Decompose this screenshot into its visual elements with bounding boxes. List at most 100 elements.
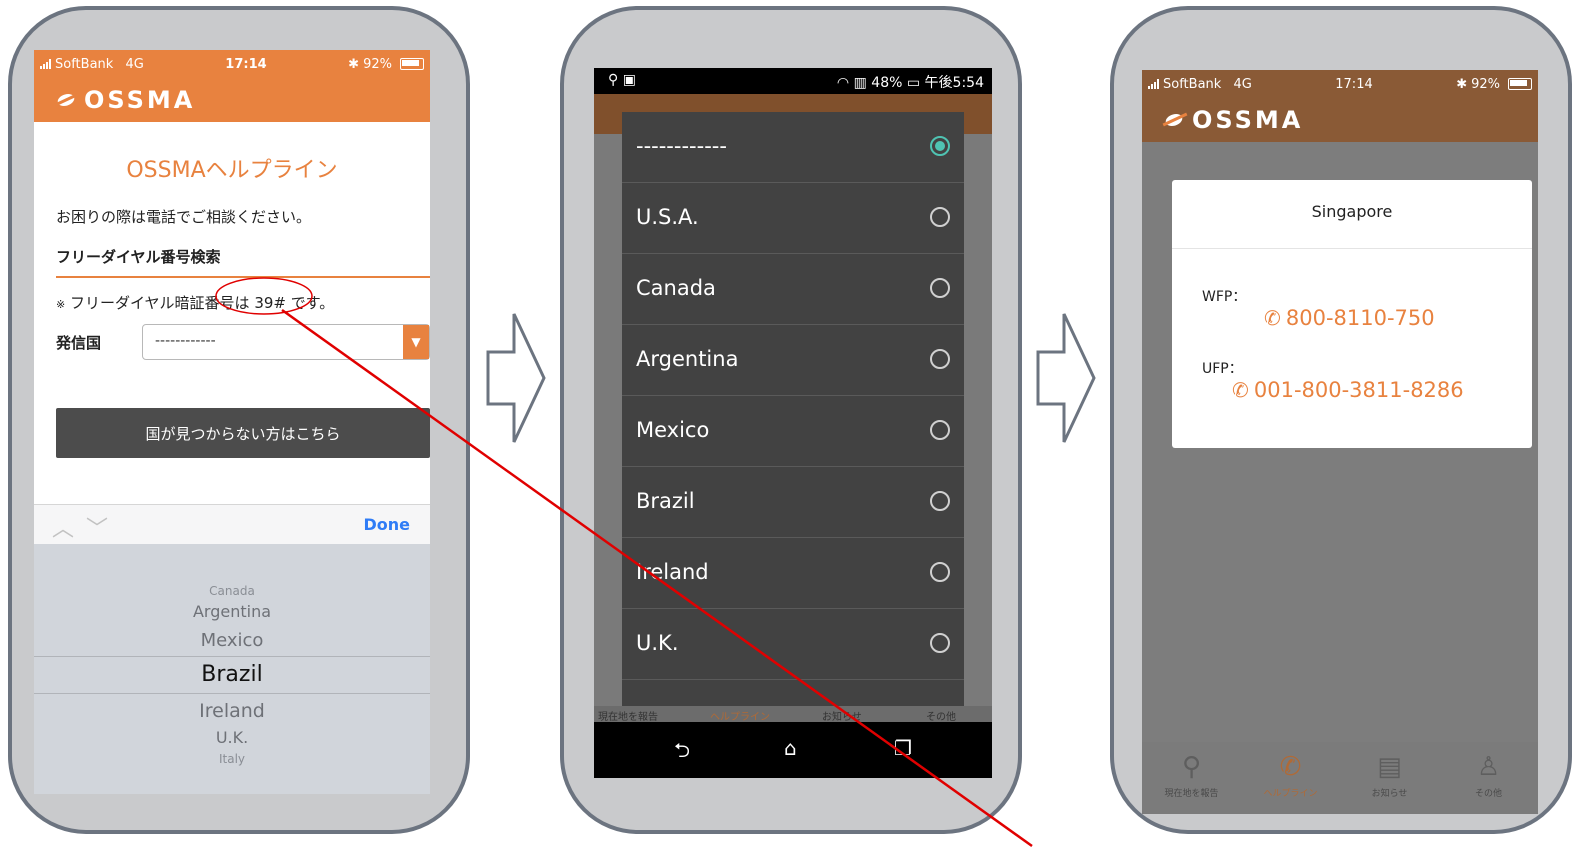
- picker-item-selected[interactable]: Brazil: [34, 662, 430, 687]
- android-screen-select: ⚲ ▣ ◠ ▥ 48% ▭ 午後5:54 ------------ U.S.A.…: [594, 68, 992, 778]
- picker-item[interactable]: Ireland: [34, 700, 430, 722]
- carrier-label: SoftBank: [55, 56, 114, 72]
- picker-item[interactable]: U.K.: [34, 728, 430, 747]
- tab-other[interactable]: ♙ その他: [1439, 742, 1538, 814]
- section-divider: [56, 276, 430, 278]
- phone-frame-1: SoftBank 4G 17:14 ✱ 92% OSSMA OSSMAヘルプライン…: [8, 6, 470, 834]
- network-label: 4G: [125, 56, 144, 72]
- location-icon: ⚲ ▣: [608, 72, 636, 88]
- phone-icon: ✆: [1264, 306, 1281, 330]
- tab-report-location[interactable]: ⚲ 現在地を報告: [1142, 742, 1241, 814]
- chevron-up-icon[interactable]: ︿: [52, 511, 74, 543]
- brand-name: OSSMA: [1192, 106, 1304, 134]
- picker-item[interactable]: Argentina: [34, 602, 430, 621]
- picker-item[interactable]: Mexico: [34, 630, 430, 651]
- tab-helpline[interactable]: ヘルプライン: [710, 708, 770, 723]
- carrier-label: SoftBank: [1163, 76, 1222, 92]
- radio-icon[interactable]: [930, 562, 950, 582]
- wfp-phone-link[interactable]: ✆ 800-8110-750: [1264, 306, 1435, 330]
- status-time: 午後5:54: [924, 75, 984, 91]
- ios-screen-search: SoftBank 4G 17:14 ✱ 92% OSSMA OSSMAヘルプライン…: [34, 50, 430, 794]
- bluetooth-icon: ✱: [1456, 76, 1468, 92]
- intro-text: お困りの際は電話でご相談ください。: [56, 208, 312, 226]
- battery-icon: ▭: [906, 75, 921, 91]
- brand-name: OSSMA: [84, 86, 196, 114]
- picker-item[interactable]: Canada: [34, 584, 430, 598]
- option-row[interactable]: U.K.: [622, 609, 964, 680]
- option-row[interactable]: Canada: [622, 254, 964, 325]
- app-header: OSSMA: [1142, 98, 1538, 142]
- phone-frame-3: SoftBank 4G 17:14 ✱92% OSSMA OSSMAヘルプライン…: [1110, 6, 1572, 834]
- option-row[interactable]: Argentina: [622, 325, 964, 396]
- ossma-logo-icon: [1164, 112, 1186, 128]
- wfp-label: WFP：: [1202, 289, 1247, 305]
- ossma-logo-icon: [56, 92, 78, 108]
- option-row[interactable]: U.S.A.: [622, 183, 964, 254]
- bottom-tab-bar: 現在地を報告 ヘルプライン お知らせ その他: [594, 706, 992, 723]
- next-step-arrow-icon: [1036, 313, 1096, 443]
- done-button[interactable]: Done: [363, 515, 410, 534]
- bluetooth-icon: ✱: [348, 56, 360, 72]
- option-row[interactable]: Brazil: [622, 467, 964, 538]
- country-select[interactable]: ------------ ▼: [142, 324, 430, 360]
- wifi-icon: ◠ ▥: [836, 75, 867, 91]
- document-icon: ▤: [1377, 752, 1402, 782]
- ios-screen-result: SoftBank 4G 17:14 ✱92% OSSMA OSSMAヘルプライン…: [1142, 70, 1538, 814]
- tab-report-location[interactable]: 現在地を報告: [598, 708, 658, 723]
- ufp-phone-link[interactable]: ✆ 001-800-3811-8286: [1232, 378, 1464, 402]
- network-label: 4G: [1233, 76, 1252, 92]
- option-row[interactable]: Mexico: [622, 396, 964, 467]
- tab-news[interactable]: ▤ お知らせ: [1340, 742, 1439, 814]
- tab-other[interactable]: その他: [926, 708, 956, 723]
- country-picker-wheel[interactable]: Canada Argentina Mexico Brazil Ireland U…: [34, 544, 430, 794]
- dialog-title: Singapore: [1311, 202, 1393, 221]
- phone-icon: ✆: [1279, 752, 1302, 782]
- signal-icon: [40, 59, 51, 69]
- radio-icon[interactable]: [930, 278, 950, 298]
- battery-icon: [399, 58, 424, 70]
- radio-icon[interactable]: [930, 349, 950, 369]
- picker-item[interactable]: Italy: [34, 752, 430, 766]
- battery-label: 92%: [363, 56, 392, 72]
- next-step-arrow-icon: [486, 313, 546, 443]
- tab-news[interactable]: お知らせ: [822, 708, 862, 723]
- country-label: 発信国: [56, 334, 102, 352]
- android-status-bar: ⚲ ▣ ◠ ▥ 48% ▭ 午後5:54: [594, 68, 992, 94]
- option-row[interactable]: ------------: [622, 112, 964, 183]
- radio-icon[interactable]: [930, 207, 950, 227]
- number-dialog: Singapore WFP： ✆ 800-8110-750 UFP： ✆ 001…: [1172, 180, 1532, 448]
- recents-icon[interactable]: ❐: [894, 736, 912, 760]
- option-row[interactable]: Ireland: [622, 538, 964, 609]
- signal-icon: [1148, 79, 1159, 89]
- home-icon[interactable]: ⌂: [784, 736, 797, 760]
- battery-icon: [1508, 78, 1532, 90]
- section-heading: フリーダイヤル番号検索: [56, 248, 221, 266]
- helpline-content: OSSMAヘルプライン お困りの際は電話でご相談ください。 フリーダイヤル番号検…: [34, 122, 430, 504]
- user-icon: ♙: [1476, 752, 1501, 782]
- chevron-down-icon: ▼: [403, 325, 429, 359]
- location-pin-icon: ⚲: [1181, 752, 1202, 782]
- phone-icon: ✆: [1232, 378, 1249, 402]
- status-time: 17:14: [1335, 76, 1373, 92]
- app-header: OSSMA: [34, 78, 430, 122]
- phone-frame-2: ⚲ ▣ ◠ ▥ 48% ▭ 午後5:54 ------------ U.S.A.…: [560, 6, 1022, 834]
- radio-icon[interactable]: [930, 633, 950, 653]
- status-time: 17:14: [225, 56, 267, 72]
- android-nav-bar: ⮌ ⌂ ❐: [594, 722, 992, 778]
- bottom-tab-bar: ⚲ 現在地を報告 ✆ ヘルプライン ▤ お知らせ ♙ その他: [1142, 742, 1538, 814]
- tab-helpline[interactable]: ✆ ヘルプライン: [1241, 742, 1340, 814]
- ufp-label: UFP：: [1202, 361, 1243, 377]
- back-icon[interactable]: ⮌: [674, 736, 690, 770]
- radio-selected-icon[interactable]: [930, 136, 950, 156]
- status-bar: SoftBank 4G 17:14 ✱ 92%: [1142, 70, 1538, 98]
- battery-label: 48%: [871, 75, 903, 91]
- chevron-down-icon[interactable]: ﹀: [86, 511, 108, 543]
- country-options-dialog: ------------ U.S.A. Canada Argentina Mex…: [622, 112, 964, 712]
- country-not-found-button[interactable]: 国が見つからない方はこちら: [56, 408, 430, 458]
- status-bar: SoftBank 4G 17:14 ✱ 92%: [34, 50, 430, 78]
- radio-icon[interactable]: [930, 420, 950, 440]
- battery-label: 92%: [1471, 76, 1500, 92]
- picker-toolbar: ︿ ﹀ Done: [34, 504, 430, 544]
- radio-icon[interactable]: [930, 491, 950, 511]
- select-value: ------------: [155, 333, 216, 349]
